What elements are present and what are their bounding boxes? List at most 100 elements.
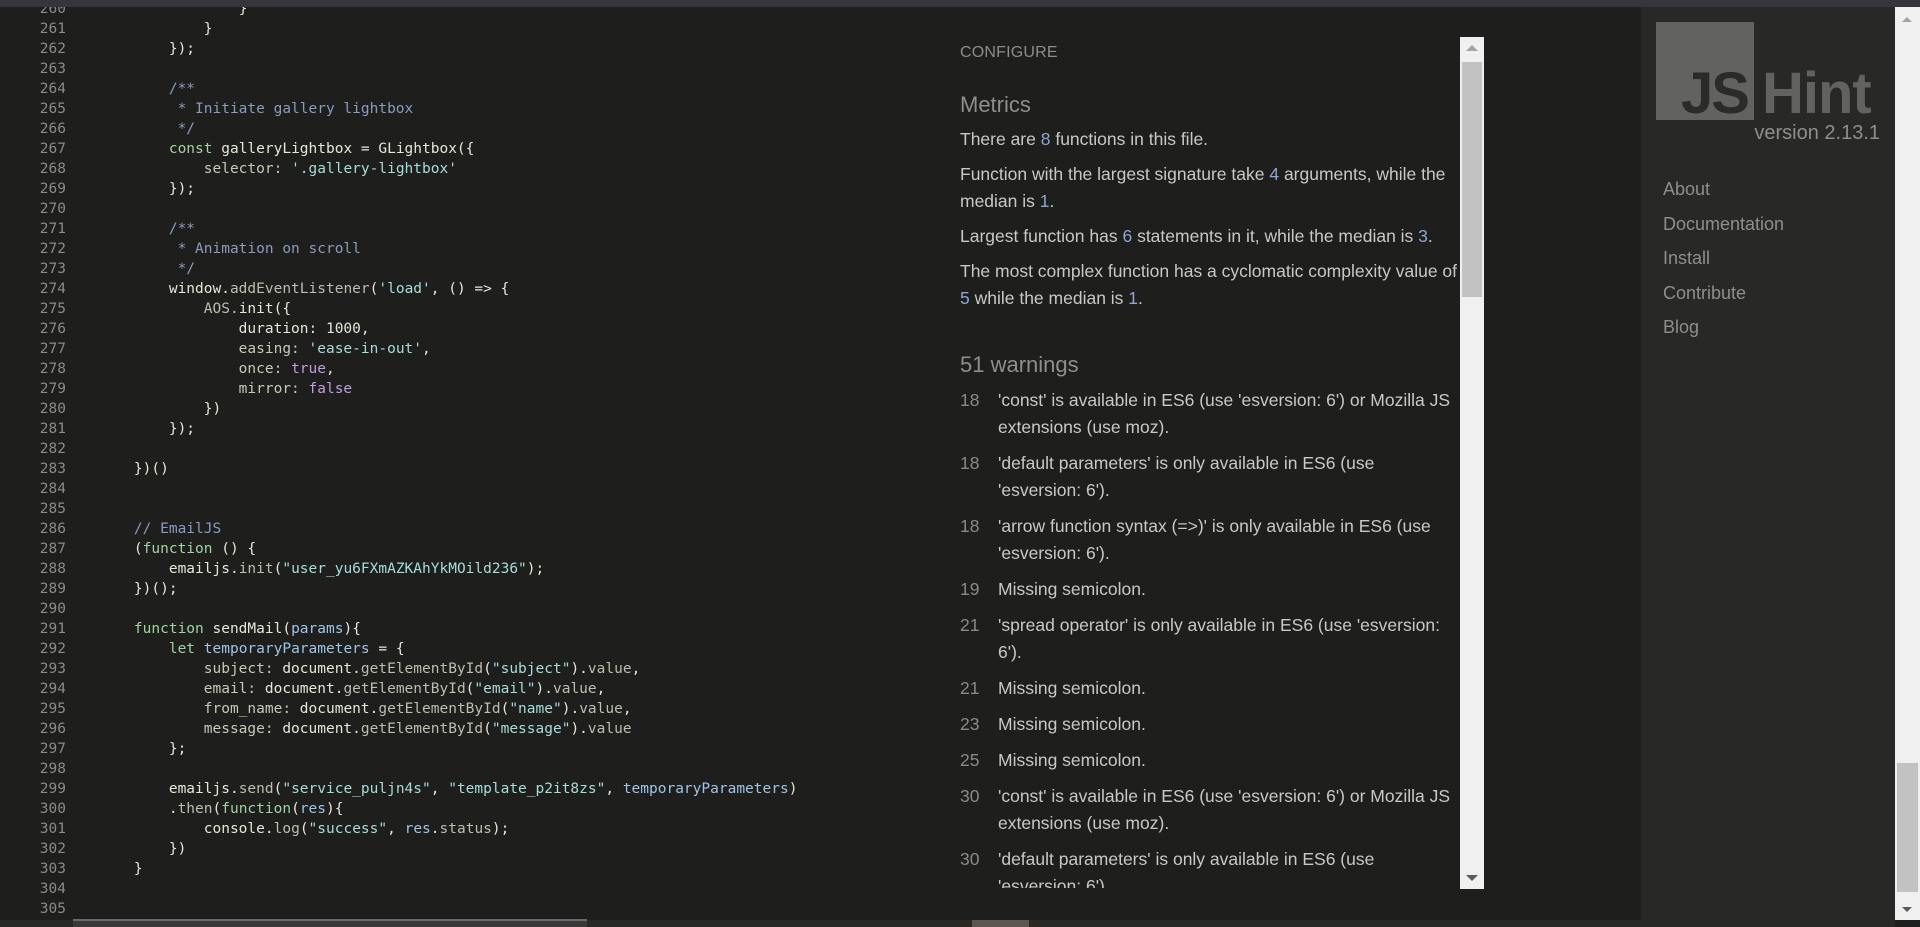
code-line[interactable]: 302 }) (0, 839, 797, 859)
code-line[interactable]: 305 (0, 899, 797, 919)
nav-install[interactable]: Install (1663, 241, 1784, 276)
code-line[interactable]: 263 (0, 59, 797, 79)
warning-item[interactable]: 18'default parameters' is only available… (960, 450, 1457, 504)
code-line[interactable]: 298 (0, 759, 797, 779)
report-scrollbar[interactable] (1460, 37, 1484, 889)
code-line[interactable]: 288 emailjs.init("user_yu6FXmAZKAhYkMOil… (0, 559, 797, 579)
warning-item[interactable]: 19 Missing semicolon. (960, 576, 1457, 603)
code-line[interactable]: 275 AOS.init({ (0, 299, 797, 319)
nav-documentation[interactable]: Documentation (1663, 207, 1784, 242)
scroll-down-arrow-icon[interactable] (1466, 875, 1478, 881)
line-number: 304 (39, 881, 66, 897)
warning-line-number[interactable]: 21 (960, 612, 998, 666)
code-line[interactable]: 264 /** (0, 79, 797, 99)
warning-item[interactable]: 30'default parameters' is only available… (960, 846, 1457, 888)
metric-value: 1 (1039, 191, 1050, 211)
code-line[interactable]: 279 mirror: false (0, 379, 797, 399)
nav-blog[interactable]: Blog (1663, 310, 1784, 345)
code-token: function (133, 621, 204, 637)
code-line[interactable]: 278 once: true, (0, 359, 797, 379)
warning-item[interactable]: 21 Missing semicolon. (960, 675, 1457, 702)
code-token: value (579, 701, 623, 717)
code-line[interactable]: 295 from_name: document.getElementById("… (0, 699, 797, 719)
scroll-up-arrow-icon[interactable] (1466, 45, 1478, 51)
code-token: value (587, 721, 632, 737)
code-line[interactable]: 301 console.log("success", res.status); (0, 819, 797, 839)
code-line[interactable]: 277 easing: 'ease-in-out', (0, 339, 797, 359)
code-token: res (404, 821, 431, 837)
code-token: , (631, 661, 641, 677)
code-line[interactable]: 303 } (0, 859, 797, 879)
metric-text: There are 8 functions in this file. (960, 126, 1457, 153)
warning-item[interactable]: 21'spread operator' is only available in… (960, 612, 1457, 666)
code-line[interactable]: 282 (0, 439, 797, 459)
warning-line-number[interactable]: 30 (960, 846, 998, 888)
code-line[interactable]: 285 (0, 499, 797, 519)
code-line[interactable]: 261 } (0, 19, 797, 39)
nav-contribute[interactable]: Contribute (1663, 276, 1784, 311)
code-line[interactable]: 267 const galleryLightbox = GLightbox({ (0, 139, 797, 159)
code-line[interactable]: 304 (0, 879, 797, 899)
code-line[interactable]: 300 .then(function(res){ (0, 799, 797, 819)
report-scrollbar-thumb[interactable] (1462, 62, 1482, 297)
warning-line-number[interactable]: 23 (960, 711, 998, 738)
warning-line-number[interactable]: 25 (960, 747, 998, 774)
page-scrollbar[interactable] (1895, 7, 1920, 920)
warning-line-number[interactable]: 18 (960, 450, 998, 504)
code-line[interactable]: 260 } (0, 7, 797, 19)
code-line[interactable]: 286 // EmailJS (0, 519, 797, 539)
page-scrollbar-thumb[interactable] (1897, 763, 1918, 892)
code-line[interactable]: 297 }; (0, 739, 797, 759)
code-lines[interactable]: 260 } 261 } 262 }); 263 264 /** 265 * Initiat… (0, 7, 798, 919)
code-line[interactable]: 296 message: document.getElementById("me… (0, 719, 797, 739)
configure-link[interactable]: CONFIGURE (960, 44, 1457, 62)
code-token: '.gallery-lightbox' (291, 161, 457, 177)
code-line[interactable]: 273 */ (0, 259, 797, 279)
code-line[interactable]: 292 let temporaryParameters = { (0, 639, 797, 659)
warning-item[interactable]: 25 Missing semicolon. (960, 747, 1457, 774)
code-line[interactable]: 283 })() (0, 459, 797, 479)
code-token: once: (99, 361, 292, 377)
code-line[interactable]: 266 */ (0, 119, 797, 139)
page-scroll-up-icon[interactable] (1902, 17, 1912, 22)
warning-item[interactable]: 23 Missing semicolon. (960, 711, 1457, 738)
warning-item[interactable]: 30'const' is available in ES6 (use 'esve… (960, 783, 1457, 837)
warning-item[interactable]: 18'arrow function syntax (=>)' is only a… (960, 513, 1457, 567)
warning-line-number[interactable]: 18 (960, 513, 998, 567)
code-line[interactable]: 293 subject: document.getElementById("su… (0, 659, 797, 679)
warning-item[interactable]: 18'const' is available in ES6 (use 'esve… (960, 387, 1457, 441)
code-line[interactable]: 262 }); (0, 39, 797, 59)
code-line[interactable]: 289 })(); (0, 579, 797, 599)
code-line[interactable]: 270 (0, 199, 797, 219)
code-token: init({ (238, 301, 292, 317)
jshint-logo[interactable]: JS Hint (1656, 22, 1896, 127)
nav-about[interactable]: About (1663, 172, 1784, 207)
code-line[interactable]: 271 /** (0, 219, 797, 239)
code-line[interactable]: 294 email: document.getElementById("emai… (0, 679, 797, 699)
code-line[interactable]: 265 * Initiate gallery lightbox (0, 99, 797, 119)
warning-line-number[interactable]: 19 (960, 576, 998, 603)
warning-line-number[interactable]: 21 (960, 675, 998, 702)
code-line[interactable]: 284 (0, 479, 797, 499)
line-number: 283 (39, 461, 66, 477)
code-line[interactable]: 276 duration: 1000, (0, 319, 797, 339)
code-line[interactable]: 274 window.addEventListener('load', () =… (0, 279, 797, 299)
line-number: 295 (39, 701, 66, 717)
code-token: value (552, 681, 597, 697)
warnings-heading: 51 warnings (960, 352, 1079, 377)
code-line[interactable]: 280 }) (0, 399, 797, 419)
code-token: 'ease-in-out' (308, 341, 423, 357)
code-line[interactable]: 290 (0, 599, 797, 619)
code-token: ( (299, 821, 309, 837)
warning-line-number[interactable]: 30 (960, 783, 998, 837)
code-line[interactable]: 291 function sendMail(params){ (0, 619, 797, 639)
code-line[interactable]: 287 (function () { (0, 539, 797, 559)
code-line[interactable]: 268 selector: '.gallery-lightbox' (0, 159, 797, 179)
page-scroll-down-icon[interactable] (1902, 907, 1912, 912)
warning-line-number[interactable]: 18 (960, 387, 998, 441)
code-line[interactable]: 281 }); (0, 419, 797, 439)
code-line[interactable]: 272 * Animation on scroll (0, 239, 797, 259)
editor-horizontal-scrollbar[interactable] (73, 919, 587, 927)
code-line[interactable]: 269 }); (0, 179, 797, 199)
code-line[interactable]: 299 emailjs.send("service_puljn4s", "tem… (0, 779, 798, 799)
